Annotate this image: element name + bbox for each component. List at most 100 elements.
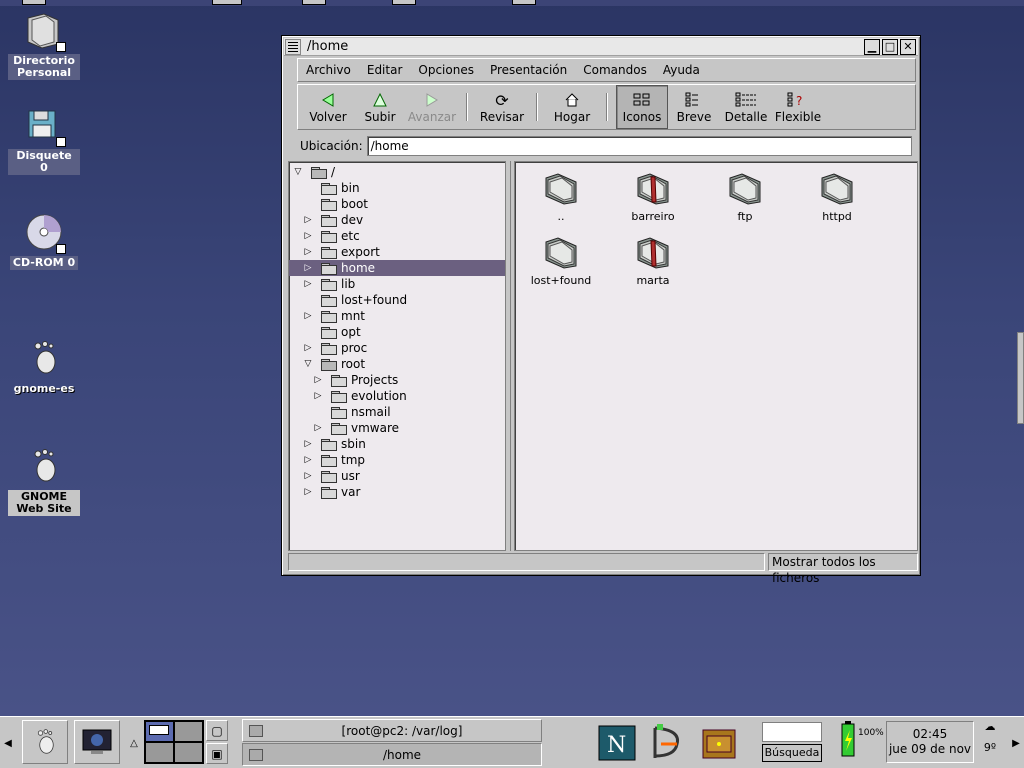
folder-icon (321, 230, 337, 243)
maximize-button[interactable]: □ (882, 38, 898, 55)
menu-archivo[interactable]: Archivo (298, 63, 359, 77)
detail-view-button[interactable]: Detalle (720, 85, 772, 129)
menu-presentacion[interactable]: Presentación (482, 63, 575, 77)
desktop-icon-gnome-web[interactable]: GNOME Web Site (8, 446, 80, 516)
menu-ayuda[interactable]: Ayuda (655, 63, 708, 77)
file-item[interactable]: .. (521, 168, 601, 223)
tree-item[interactable]: ▷ export (289, 244, 505, 260)
tree-item[interactable]: opt (289, 324, 505, 340)
clock-applet[interactable]: 02:45 jue 09 de nov (886, 721, 974, 763)
panel-hide-left-icon[interactable]: ◀ (0, 717, 16, 768)
tree-item[interactable]: ▷ tmp (289, 452, 505, 468)
tree-item[interactable]: bin (289, 180, 505, 196)
desktop-icon-cdrom[interactable]: CD-ROM 0 (8, 212, 80, 270)
tree-item[interactable]: ▷ evolution (289, 388, 505, 404)
workspace-2[interactable] (174, 721, 203, 742)
expander-closed-icon[interactable]: ▷ (313, 423, 323, 433)
tree-item[interactable]: nsmail (289, 404, 505, 420)
expander-closed-icon[interactable]: ▷ (303, 487, 313, 497)
expander-closed-icon[interactable]: ▷ (303, 247, 313, 257)
search-button[interactable]: Búsqueda (762, 744, 822, 762)
file-item[interactable]: lost+found (521, 232, 601, 287)
tree-item[interactable]: boot (289, 196, 505, 212)
tree-item[interactable]: ▷ Projects (289, 372, 505, 388)
tree-item[interactable]: lost+found (289, 292, 505, 308)
menu-editar[interactable]: Editar (359, 63, 411, 77)
pager-toggle-icon[interactable]: ▢ (206, 720, 228, 741)
desktop-icon-home[interactable]: Directorio Personal (8, 10, 80, 80)
close-button[interactable]: ✕ (900, 38, 916, 55)
file-item[interactable]: ftp (705, 168, 785, 223)
expander-closed-icon[interactable]: ▷ (303, 343, 313, 353)
forward-button[interactable]: Avanzar (406, 85, 458, 129)
menu-opciones[interactable]: Opciones (410, 63, 482, 77)
panel-hide-right-icon[interactable]: ▶ (1008, 717, 1024, 768)
brief-view-button[interactable]: Breve (668, 85, 720, 129)
expander-closed-icon[interactable]: ▷ (313, 375, 323, 385)
folder-icon (331, 406, 347, 419)
expander-closed-icon[interactable]: ▷ (303, 231, 313, 241)
window-menu-icon[interactable] (285, 38, 301, 55)
expander-closed-icon[interactable]: ▷ (303, 311, 313, 321)
workspace-pager[interactable] (144, 720, 204, 764)
workspace-3[interactable] (145, 742, 174, 763)
file-item[interactable]: marta (613, 232, 693, 287)
location-input[interactable]: /home (366, 136, 912, 156)
screensaver-launcher[interactable] (74, 720, 120, 764)
expander-closed-icon[interactable]: ▷ (303, 439, 313, 449)
tree-item-label: usr (341, 469, 360, 483)
tree-item[interactable]: ▷ etc (289, 228, 505, 244)
tree-item-label: opt (341, 325, 361, 339)
file-cabinet-launcher[interactable] (696, 720, 742, 764)
back-button[interactable]: Volver (302, 85, 354, 129)
weather-applet[interactable]: ☁ 9º (976, 720, 1004, 764)
refresh-button[interactable]: ⟳ Revisar (476, 85, 528, 129)
tree-item[interactable]: ▽ / (289, 164, 505, 180)
tree-item[interactable]: ▷ dev (289, 212, 505, 228)
tree-item[interactable]: ▷ sbin (289, 436, 505, 452)
draw-launcher[interactable] (644, 720, 690, 764)
tree-item[interactable]: ▷ usr (289, 468, 505, 484)
tree-item[interactable]: ▽ root (289, 356, 505, 372)
tree-item[interactable]: ▷ lib (289, 276, 505, 292)
minimize-button[interactable]: ▁ (864, 38, 880, 55)
folder-icon (821, 173, 853, 205)
desktop-icon-gnome-es[interactable]: gnome-es (8, 338, 80, 396)
expander-closed-icon[interactable]: ▷ (303, 455, 313, 465)
expander-closed-icon[interactable]: ▷ (303, 215, 313, 225)
up-button[interactable]: Subir (354, 85, 406, 129)
workspace-4[interactable] (174, 742, 203, 763)
desktop-icon-floppy[interactable]: Disquete 0 (8, 105, 80, 175)
expander-closed-icon[interactable]: ▷ (313, 391, 323, 401)
flexible-view-button[interactable]: ? Flexible (772, 85, 824, 129)
tree-item[interactable]: ▷ mnt (289, 308, 505, 324)
expander-open-icon[interactable]: ▽ (293, 167, 303, 177)
expander-closed-icon[interactable]: ▷ (303, 279, 313, 289)
tree-item-label: dev (341, 213, 364, 227)
home-button[interactable]: Hogar (546, 85, 598, 129)
window-titlebar[interactable]: /home ▁ □ ✕ (284, 38, 918, 56)
tree-item[interactable]: ▷ home (289, 260, 505, 276)
tree-item[interactable]: ▷ proc (289, 340, 505, 356)
gnome-foot-icon (24, 446, 64, 486)
panel-drawer-arrow-icon[interactable]: △ (128, 717, 140, 768)
file-item[interactable]: barreiro (613, 168, 693, 223)
icons-view-button[interactable]: Iconos (616, 85, 668, 129)
workspace-1[interactable] (145, 721, 174, 742)
directory-tree[interactable]: ▽ / bin boot ▷ dev ▷ etc ▷ export ▷ home ▷ lib lost+fo… (288, 161, 506, 551)
expander-closed-icon[interactable]: ▷ (303, 263, 313, 273)
file-item[interactable]: httpd (797, 168, 877, 223)
expander-closed-icon[interactable]: ▷ (303, 471, 313, 481)
netscape-launcher[interactable]: N (594, 720, 640, 764)
expander-open-icon[interactable]: ▽ (303, 359, 313, 369)
task-home[interactable]: /home (242, 743, 542, 766)
tasklist-toggle-icon[interactable]: ▣ (206, 743, 228, 764)
tree-item[interactable]: ▷ var (289, 484, 505, 500)
menu-comandos[interactable]: Comandos (575, 63, 655, 77)
search-input[interactable] (762, 722, 822, 742)
tree-item[interactable]: ▷ vmware (289, 420, 505, 436)
forward-arrow-icon (424, 90, 440, 110)
task-terminal[interactable]: [root@pc2: /var/log] (242, 719, 542, 742)
file-icon-view[interactable]: .. barreiro ftp httpd lost+found marta (514, 161, 918, 551)
gnome-menu-button[interactable] (22, 720, 68, 764)
